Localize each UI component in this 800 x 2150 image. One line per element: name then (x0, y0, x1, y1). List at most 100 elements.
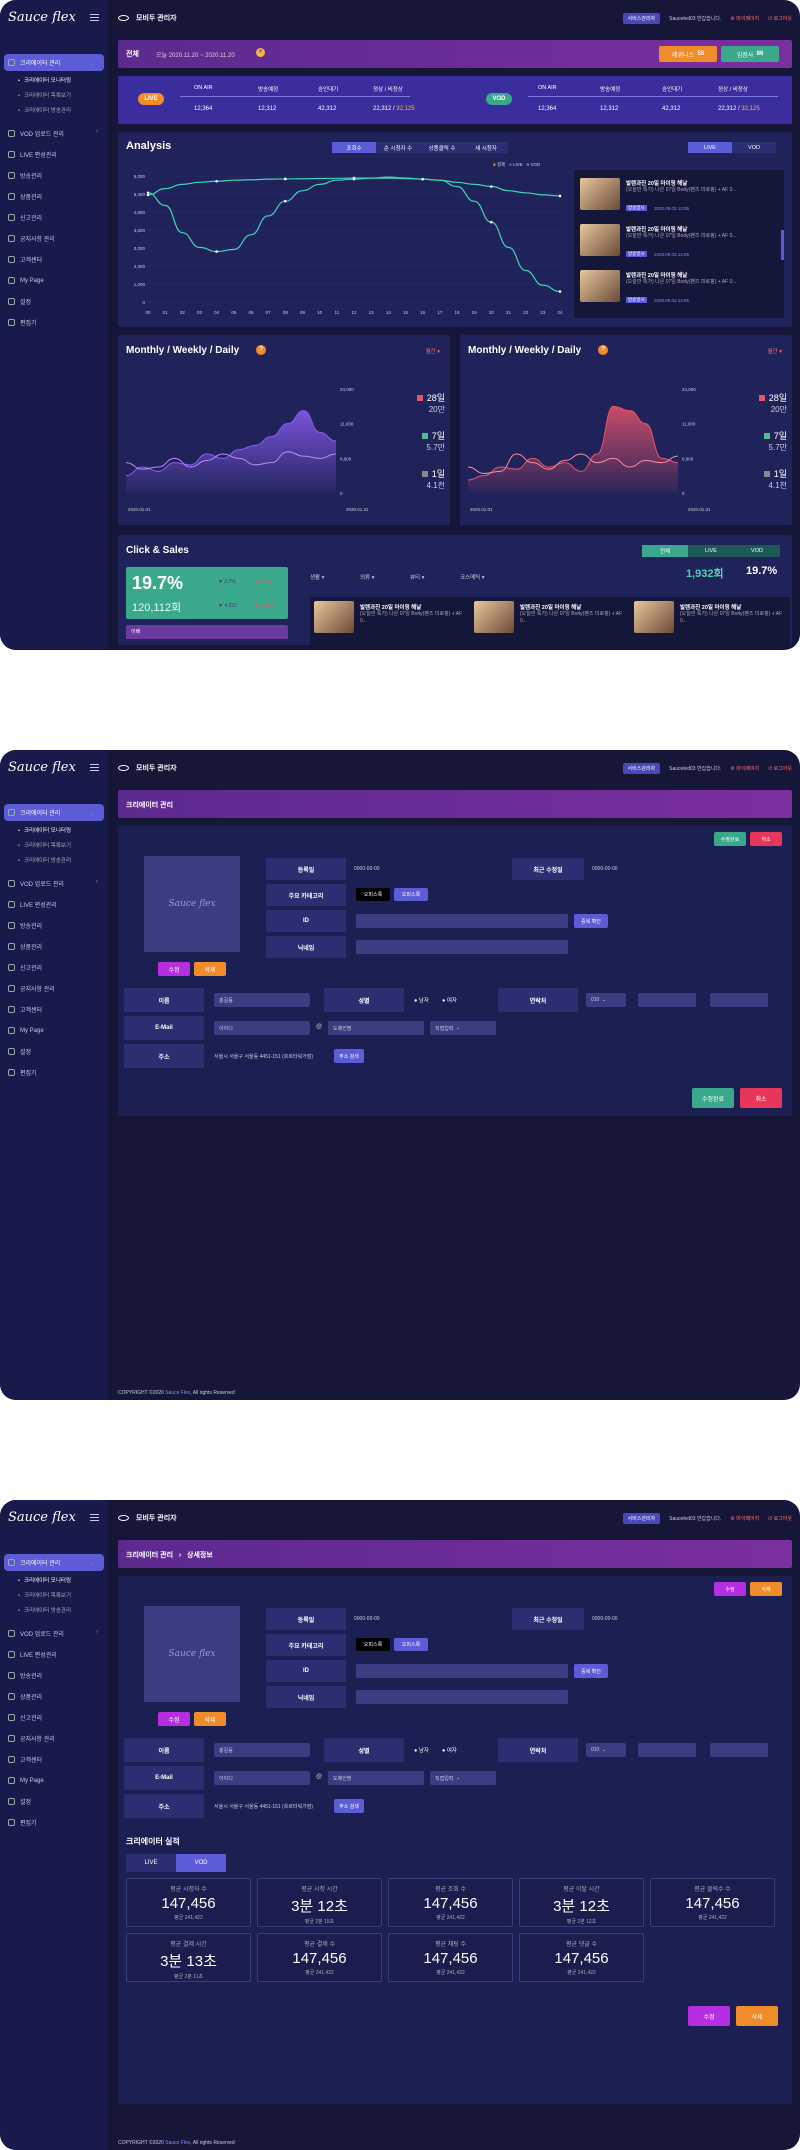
dropdown-life[interactable]: 생활 ▾ (310, 573, 324, 581)
tab-viewers[interactable]: 순 시청자 수 (376, 142, 420, 153)
tab-clicks[interactable]: 상품클릭 수 (420, 142, 464, 153)
address-search-button[interactable]: 주소 검색 (334, 1799, 364, 1813)
tab-live[interactable]: LIVE (688, 142, 732, 153)
sidebar-item-broadcast[interactable]: 방송관리 (0, 1665, 108, 1686)
sidebar-item-settings[interactable]: 설정 (0, 291, 108, 312)
phone-prefix-select[interactable]: 010 ⌄ (586, 1743, 626, 1757)
category-chip-1[interactable]: 오피스룩 (356, 1638, 390, 1651)
click-tab-live[interactable]: LIVE (688, 545, 734, 557)
save-button-top[interactable]: 수정완료 (714, 832, 746, 846)
sidebar-item-editor[interactable]: 편집기 (0, 312, 108, 333)
sidebar-item-broadcast[interactable]: 방송관리 (0, 915, 108, 936)
sidebar-item-creator[interactable]: 크리에이터 관리 ⌄ (4, 804, 104, 821)
address-search-button[interactable]: 주소 검색 (334, 1049, 364, 1063)
sidebar-sub-broadcast[interactable]: 크리에이터 방송관리 (0, 104, 108, 119)
sidebar-sub-monitoring[interactable]: 크리에이터 모니터링 (0, 824, 108, 839)
click-video-2[interactable]: 발렌과진 20일 마이핑 해날 (오늘만 특가) 나은 07일 Body(팬즈 … (470, 597, 630, 645)
sidebar-item-report[interactable]: 신고관리 (0, 957, 108, 978)
delete-photo-button[interactable]: 삭제 (194, 1712, 226, 1726)
sidebar-item-vod[interactable]: VOD 업로드 관리 › (0, 1623, 108, 1644)
sidebar-item-broadcast[interactable]: 방송관리 (0, 165, 108, 186)
sidebar-sub-broadcast[interactable]: 크리에이터 방송관리 (0, 854, 108, 869)
cancel-button[interactable]: 취소 (740, 1088, 782, 1108)
sidebar-item-support[interactable]: 고객센터 (0, 999, 108, 1020)
sidebar-item-notice[interactable]: 공지사항 관리 (0, 978, 108, 999)
gender-female-radio[interactable]: ● 여자 (442, 996, 457, 1004)
sidebar-item-live[interactable]: LIVE 편성관리 (0, 144, 108, 165)
mypage-link[interactable]: ⚙ 마이페이지 (730, 15, 759, 22)
perf-tab-live[interactable]: LIVE (126, 1854, 176, 1872)
profile-image[interactable]: Sauce flex (144, 1606, 240, 1702)
edit-photo-button[interactable]: 수정 (158, 1712, 190, 1726)
video-item[interactable]: 발렌과진 20일 마이핑 해날 (오늘만 특가) 나은 07일 Body(팬즈 미… (578, 268, 776, 310)
phone-last-input[interactable] (710, 993, 768, 1007)
edit-photo-button[interactable]: 수정 (158, 962, 190, 976)
sidebar-item-product[interactable]: 상품관리 (0, 936, 108, 957)
help-icon[interactable]: ? (598, 345, 608, 355)
email-domain-input[interactable]: 도메인명 (328, 1771, 424, 1785)
video-item[interactable]: 발렌과진 20일 마이핑 해날 (오늘만 특가) 나은 07일 Body(팬즈 미… (578, 176, 776, 218)
perf-tab-vod[interactable]: VOD (176, 1854, 226, 1872)
help-icon[interactable]: ? (256, 345, 266, 355)
mypage-link[interactable]: ⚙ 마이페이지 (730, 1515, 759, 1522)
save-button[interactable]: 수정완료 (692, 1088, 734, 1108)
sidebar-item-report[interactable]: 신고관리 (0, 1707, 108, 1728)
sidebar-item-editor[interactable]: 편집기 (0, 1062, 108, 1083)
sidebar-item-editor[interactable]: 편집기 (0, 1812, 108, 1833)
name-input[interactable]: 홍길동 (214, 1743, 310, 1757)
sidebar-item-live[interactable]: LIVE 편성관리 (0, 1644, 108, 1665)
tab-new-viewers[interactable]: 새 시청자 (464, 142, 508, 153)
click-video-3[interactable]: 발렌과진 20일 마이핑 해날 (오늘만 특가) 나은 07일 Body(팬즈 … (630, 597, 790, 645)
gender-male-radio[interactable]: ● 남자 (414, 996, 429, 1004)
logout-link[interactable]: ⏻ 로그아웃 (768, 765, 792, 772)
email-domain-select[interactable]: 직접입력 ⌄ (430, 1771, 496, 1785)
category-chip-2[interactable]: 오피스룩 (394, 888, 428, 901)
sidebar-sub-list[interactable]: 크리에이터 목록보기 (0, 1589, 108, 1604)
sidebar-item-support[interactable]: 고객센터 (0, 249, 108, 270)
dropdown-clothes[interactable]: 의류 ▾ (360, 573, 374, 581)
delete-button-top[interactable]: 삭제 (750, 1582, 782, 1596)
sidebar-item-notice[interactable]: 공지사항 관리 (0, 1728, 108, 1749)
menu-toggle-icon[interactable] (90, 14, 99, 21)
edit-button-top[interactable]: 수정 (714, 1582, 746, 1596)
sidebar-item-mypage[interactable]: My Page (0, 270, 108, 291)
email-domain-select[interactable]: 직접입력 ⌄ (430, 1021, 496, 1035)
nickname-input[interactable] (356, 940, 568, 954)
sidebar-item-report[interactable]: 신고관리 (0, 207, 108, 228)
sidebar-item-settings[interactable]: 설정 (0, 1791, 108, 1812)
menu-toggle-icon[interactable] (90, 764, 99, 771)
delete-photo-button[interactable]: 삭제 (194, 962, 226, 976)
id-input[interactable] (356, 914, 568, 928)
click-tab-vod[interactable]: VOD (734, 545, 780, 557)
id-input[interactable] (356, 1664, 568, 1678)
sidebar-item-notice[interactable]: 공지사항 관리 (0, 228, 108, 249)
profile-image[interactable]: Sauce flex (144, 856, 240, 952)
tab-views[interactable]: 조회수 (332, 142, 376, 153)
tab-vod[interactable]: VOD (732, 142, 776, 153)
cancel-button-top[interactable]: 취소 (750, 832, 782, 846)
nickname-input[interactable] (356, 1690, 568, 1704)
partner-button[interactable]: 레위니스 58 (659, 46, 717, 62)
phone-mid-input[interactable] (638, 1743, 696, 1757)
video-item[interactable]: 발렌과진 20일 마이핑 해날 (오늘만 특가) 나은 07일 Body(팬즈 미… (578, 222, 776, 264)
sidebar-sub-monitoring[interactable]: 크리에이터 모니터링 (0, 1574, 108, 1589)
delete-button[interactable]: 삭제 (736, 2006, 778, 2026)
email-user-input[interactable]: 아이디 (214, 1771, 310, 1785)
sidebar-item-live[interactable]: LIVE 편성관리 (0, 894, 108, 915)
scrollbar[interactable] (781, 230, 784, 260)
sidebar-item-vod[interactable]: VOD 업로드 관리 › (0, 873, 108, 894)
duplicate-check-button[interactable]: 중복 확인 (574, 1664, 608, 1678)
sidebar-item-settings[interactable]: 설정 (0, 1041, 108, 1062)
service-admin-button[interactable]: 서비스관리자 (622, 1512, 661, 1524)
category-chip-2[interactable]: 오피스룩 (394, 1638, 428, 1651)
sidebar-item-creator[interactable]: 크리에이터 관리 ⌄ (4, 54, 104, 71)
sidebar-sub-monitoring[interactable]: 크리에이터 모니터링 (0, 74, 108, 89)
name-input[interactable]: 홍길동 (214, 993, 310, 1007)
edit-button[interactable]: 수정 (688, 2006, 730, 2026)
click-video-1[interactable]: 발렌과진 20일 마이핑 해날 (오늘만 특가) 나은 07일 Body(팬즈 … (310, 597, 470, 645)
store-button[interactable]: 입점사 86 (721, 46, 779, 62)
sidebar-item-product[interactable]: 상품관리 (0, 1686, 108, 1707)
sidebar-item-mypage[interactable]: My Page (0, 1770, 108, 1791)
logout-link[interactable]: ⏻ 로그아웃 (768, 1515, 792, 1522)
service-admin-button[interactable]: 서비스관리자 (622, 12, 661, 24)
